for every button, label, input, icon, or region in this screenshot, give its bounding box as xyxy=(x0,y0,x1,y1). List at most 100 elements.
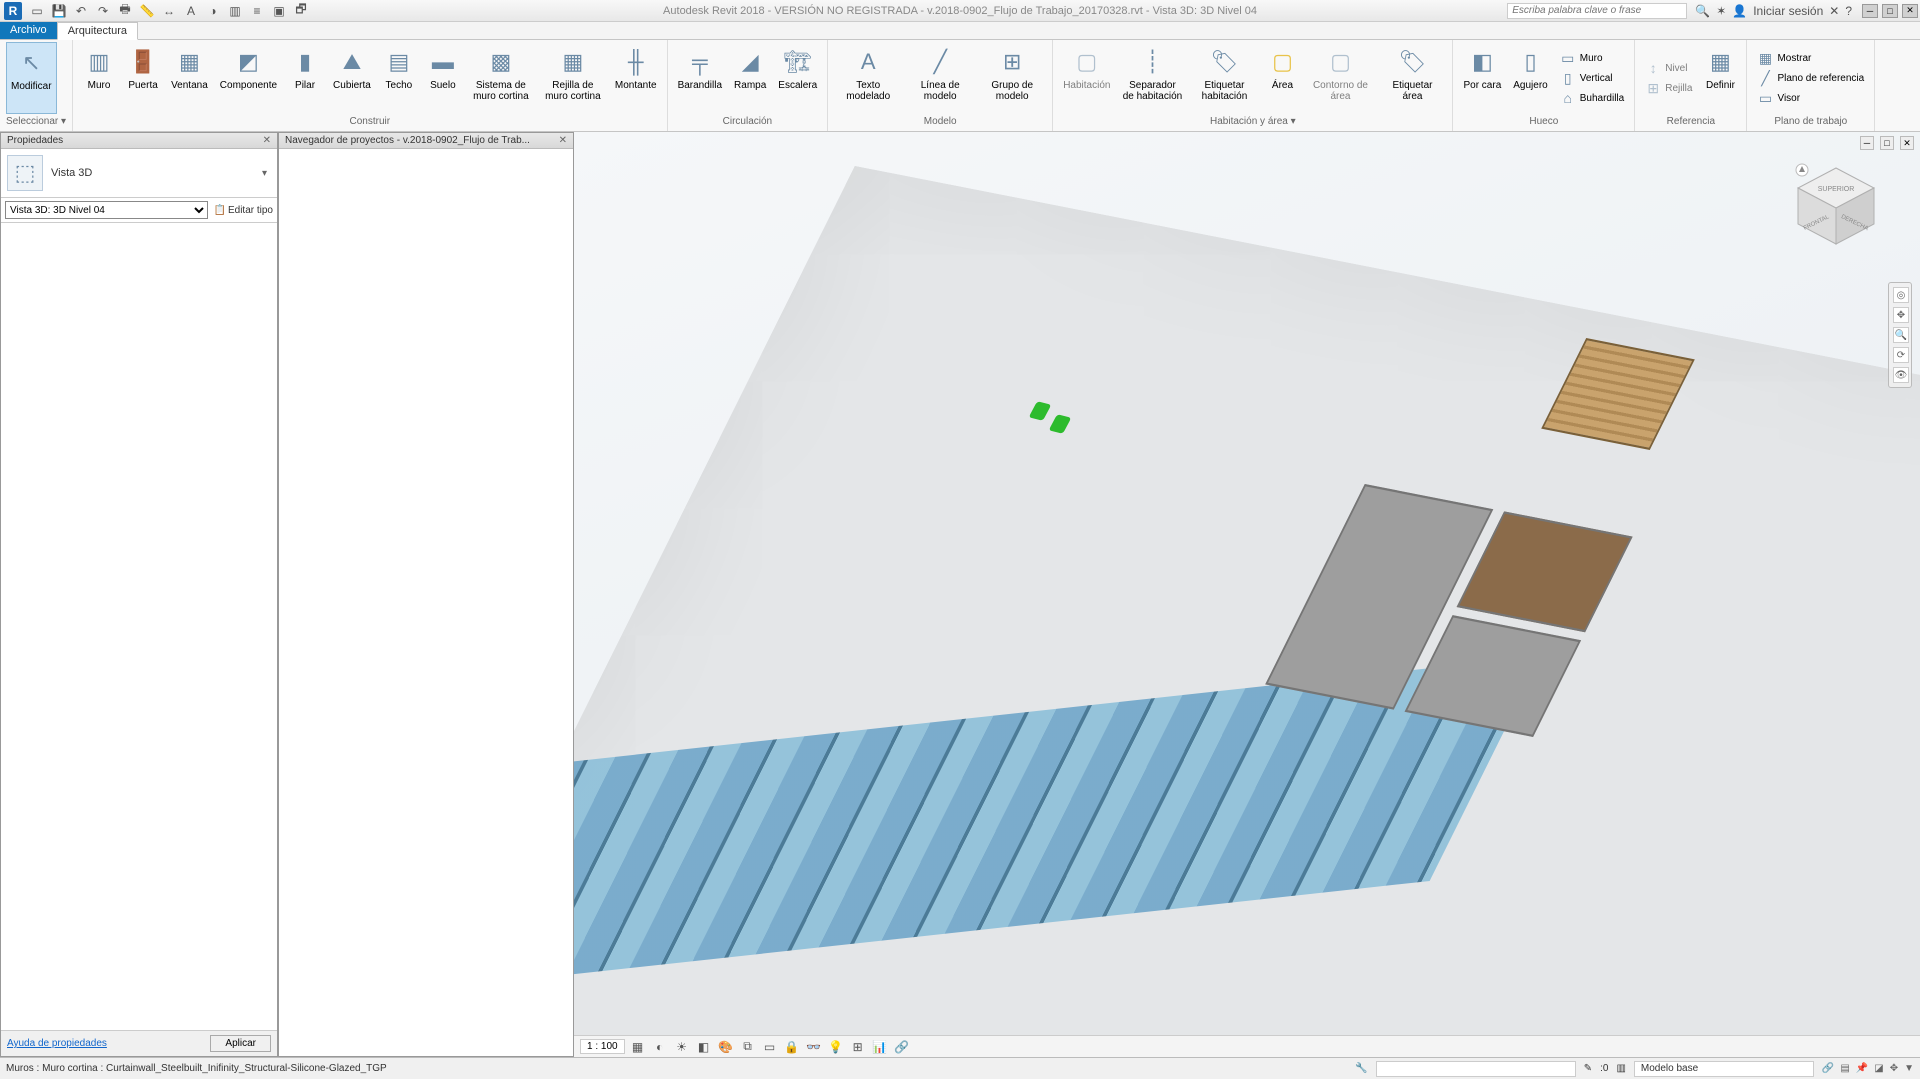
wall-button[interactable]: ▥Muro xyxy=(79,42,119,114)
minimize-button[interactable]: ─ xyxy=(1862,4,1878,18)
view-min-icon[interactable]: ─ xyxy=(1860,136,1874,150)
qat-print-icon[interactable]: 🖶 xyxy=(117,3,133,19)
visual-style-icon[interactable]: ◐ xyxy=(651,1039,669,1055)
wall-opening-button[interactable]: ▭Muro xyxy=(1556,48,1628,68)
sun-path-icon[interactable]: ☀ xyxy=(673,1039,691,1055)
viewer-button[interactable]: ▭Visor xyxy=(1753,88,1868,108)
component-button[interactable]: ◩Componente xyxy=(216,42,281,114)
pan-icon[interactable]: ✥ xyxy=(1893,307,1909,323)
properties-close-icon[interactable]: ✕ xyxy=(263,135,271,146)
qat-align-icon[interactable]: ↔ xyxy=(161,3,177,19)
view-scale[interactable]: 1 : 100 xyxy=(580,1039,625,1054)
qat-open-icon[interactable]: ▭ xyxy=(29,3,45,19)
qat-measure-icon[interactable]: 📏 xyxy=(139,3,155,19)
roof-button[interactable]: ⛰Cubierta xyxy=(329,42,375,114)
column-button[interactable]: ▮Pilar xyxy=(285,42,325,114)
ceiling-button[interactable]: ▤Techo xyxy=(379,42,419,114)
group-label-select[interactable]: Seleccionar ▾ xyxy=(6,114,66,129)
temp-hide-icon[interactable]: 👓 xyxy=(805,1039,823,1055)
qat-redo-icon[interactable]: ↷ xyxy=(95,3,111,19)
qat-close-hidden-icon[interactable]: ▣ xyxy=(271,3,287,19)
select-pinned-icon[interactable]: 📌 xyxy=(1856,1063,1868,1074)
area-boundary-button[interactable]: ▢Contorno de área xyxy=(1306,42,1374,114)
signin-label[interactable]: Iniciar sesión xyxy=(1753,4,1823,18)
qat-undo-icon[interactable]: ↶ xyxy=(73,3,89,19)
viewcube[interactable]: SUPERIOR DERECHA FRONTAL xyxy=(1786,156,1886,256)
qat-render-icon[interactable]: ◑ xyxy=(205,3,221,19)
grid-button[interactable]: ⊞Rejilla xyxy=(1641,78,1696,98)
crop-view-icon[interactable]: ⧉ xyxy=(739,1039,757,1055)
show-wp-button[interactable]: ▦Mostrar xyxy=(1753,48,1868,68)
qat-save-icon[interactable]: 💾 xyxy=(51,3,67,19)
by-face-button[interactable]: ◧Por cara xyxy=(1459,42,1505,114)
edit-type-button[interactable]: 📋Editar tipo xyxy=(214,205,273,216)
orbit-icon[interactable]: ⟳ xyxy=(1893,347,1909,363)
railing-button[interactable]: ╤Barandilla xyxy=(674,42,726,114)
model-text-button[interactable]: ATexto modelado xyxy=(834,42,902,114)
dormer-opening-button[interactable]: ⌂Buhardilla xyxy=(1556,88,1628,108)
look-icon[interactable]: 👁 xyxy=(1893,367,1909,383)
qat-thin-icon[interactable]: ≡ xyxy=(249,3,265,19)
area-button[interactable]: ▢Área xyxy=(1262,42,1302,114)
vertical-opening-button[interactable]: ▯Vertical xyxy=(1556,68,1628,88)
group-label-room[interactable]: Habitación y área ▾ xyxy=(1059,114,1446,129)
ramp-button[interactable]: ◢Rampa xyxy=(730,42,770,114)
signin-icon[interactable]: 👤 xyxy=(1732,4,1747,18)
help-icon[interactable]: ? xyxy=(1845,4,1852,18)
subscription-icon[interactable]: ✶ xyxy=(1716,4,1726,18)
close-button[interactable]: ✕ xyxy=(1902,4,1918,18)
shaft-button[interactable]: ▯Agujero xyxy=(1509,42,1551,114)
qat-section-icon[interactable]: ▥ xyxy=(227,3,243,19)
exchange-icon[interactable]: ✕ xyxy=(1829,4,1839,18)
model-line-button[interactable]: ╱Línea de modelo xyxy=(906,42,974,114)
design-option-field[interactable]: Modelo base xyxy=(1634,1061,1814,1077)
curtain-system-button[interactable]: ▩Sistema de muro cortina xyxy=(467,42,535,114)
project-tree[interactable] xyxy=(279,149,573,1056)
infocenter-search-input[interactable] xyxy=(1507,3,1687,19)
select-face-icon[interactable]: ◪ xyxy=(1874,1063,1883,1074)
instance-selector[interactable]: Vista 3D: 3D Nivel 04 xyxy=(5,201,208,219)
search-submit-icon[interactable]: 🔍 xyxy=(1695,4,1710,18)
select-underlay-icon[interactable]: ▤ xyxy=(1840,1063,1849,1074)
crop-region-icon[interactable]: ▭ xyxy=(761,1039,779,1055)
curtain-grid-button[interactable]: ▦Rejilla de muro cortina xyxy=(539,42,607,114)
stair-button[interactable]: 🏗Escalera xyxy=(774,42,821,114)
room-sep-button[interactable]: ┊Separador de habitación xyxy=(1118,42,1186,114)
detail-level-icon[interactable]: ▦ xyxy=(629,1039,647,1055)
model-group-button[interactable]: ⊞Grupo de modelo xyxy=(978,42,1046,114)
browser-close-icon[interactable]: ✕ xyxy=(559,135,567,146)
window-button[interactable]: ▦Ventana xyxy=(167,42,212,114)
filter-icon[interactable]: ▼ xyxy=(1904,1063,1914,1074)
mullion-button[interactable]: ╫Montante xyxy=(611,42,661,114)
qat-switch-icon[interactable]: 🗗 xyxy=(293,3,309,19)
viewport-canvas[interactable]: ─ □ ✕ SUPERIOR DERECHA FRONTAL ◎ ✥ 🔍 xyxy=(574,132,1920,1035)
apply-button[interactable]: Aplicar xyxy=(210,1035,271,1052)
room-button[interactable]: ▢Habitación xyxy=(1059,42,1114,114)
ref-plane-button[interactable]: ╱Plano de referencia xyxy=(1753,68,1868,88)
shadows-icon[interactable]: ◧ xyxy=(695,1039,713,1055)
lock-3d-icon[interactable]: 🔒 xyxy=(783,1039,801,1055)
steering-wheel-icon[interactable]: ◎ xyxy=(1893,287,1909,303)
editable-only-icon[interactable]: ✎ xyxy=(1584,1063,1592,1074)
tag-room-button[interactable]: 🏷Etiquetar habitación xyxy=(1190,42,1258,114)
maximize-button[interactable]: □ xyxy=(1882,4,1898,18)
tab-arquitectura[interactable]: Arquitectura xyxy=(57,22,138,40)
floor-button[interactable]: ▬Suelo xyxy=(423,42,463,114)
zoom-icon[interactable]: 🔍 xyxy=(1893,327,1909,343)
qat-text-icon[interactable]: A xyxy=(183,3,199,19)
render-dialog-icon[interactable]: 🎨 xyxy=(717,1039,735,1055)
properties-help-link[interactable]: Ayuda de propiedades xyxy=(7,1038,107,1049)
view-max-icon[interactable]: □ xyxy=(1880,136,1894,150)
design-option-icon[interactable]: ▥ xyxy=(1616,1063,1625,1074)
modify-button[interactable]: ↖Modificar xyxy=(6,42,57,114)
reveal-hidden-icon[interactable]: 💡 xyxy=(827,1039,845,1055)
tag-area-button[interactable]: 🏷Etiquetar área xyxy=(1378,42,1446,114)
worksharing-icon[interactable]: ⊞ xyxy=(849,1039,867,1055)
level-button[interactable]: ↕Nivel xyxy=(1641,58,1696,78)
drag-elements-icon[interactable]: ✥ xyxy=(1890,1063,1898,1074)
type-dropdown-icon[interactable]: ▾ xyxy=(258,168,271,179)
properties-type-selector[interactable]: ⬚ Vista 3D ▾ xyxy=(1,149,277,198)
workset-icon[interactable]: 🔧 xyxy=(1355,1063,1367,1074)
app-logo[interactable]: R xyxy=(4,2,22,20)
workset-field[interactable] xyxy=(1376,1061,1576,1077)
